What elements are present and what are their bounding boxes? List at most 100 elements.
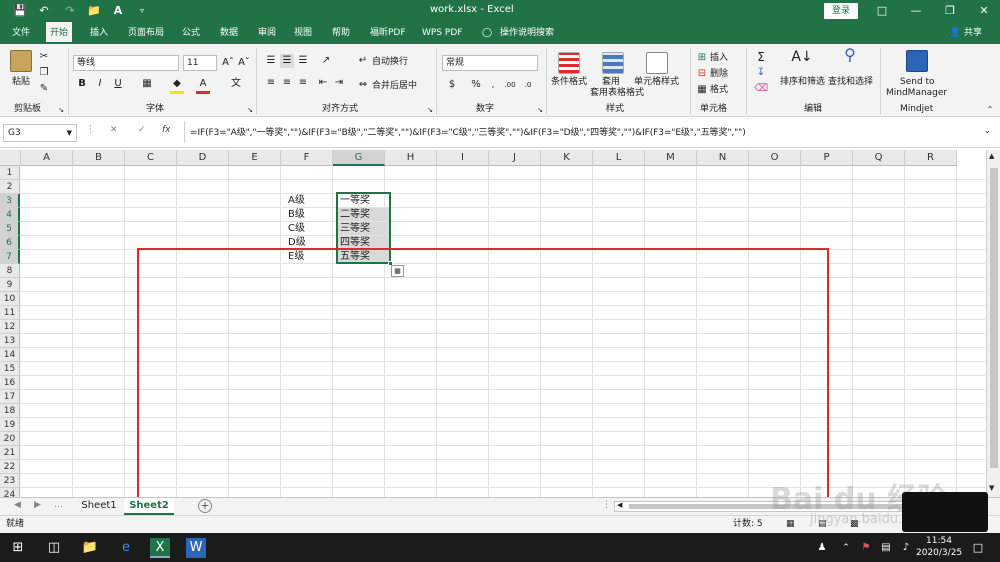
delete-button[interactable]: 删除	[710, 68, 728, 80]
copy-icon[interactable]: ❐	[38, 66, 50, 80]
row-header-5[interactable]: 5	[0, 222, 20, 236]
prev-sheet-icon[interactable]: ◀	[14, 500, 21, 510]
font-size-select[interactable]: 11	[183, 55, 217, 71]
column-header-N[interactable]: N	[697, 150, 749, 166]
merge-center-button[interactable]: 合并后居中	[372, 80, 417, 92]
windows-start-icon[interactable]: ⊞	[8, 538, 28, 558]
worksheet-grid[interactable]: ABCDEFGHIJKLMNOPQR 1 2 3 4 5 6 7 8 9 10 11 12 13 14 15…	[0, 150, 1000, 502]
tab-data[interactable]: 数据	[216, 22, 242, 44]
conditional-format-button[interactable]: 条件格式	[551, 76, 587, 88]
orientation-icon[interactable]: ↗	[318, 54, 334, 68]
paste-icon[interactable]	[10, 50, 32, 72]
column-header-M[interactable]: M	[645, 150, 697, 166]
network-icon[interactable]: ▤	[876, 538, 896, 558]
find-select-icon[interactable]: ⚲	[838, 47, 862, 63]
bold-button[interactable]: B	[76, 77, 88, 91]
column-header-O[interactable]: O	[749, 150, 801, 166]
format-cells-icon[interactable]: ▦	[696, 83, 708, 97]
ribbon-display-icon[interactable]: □	[870, 2, 894, 20]
column-header-Q[interactable]: Q	[853, 150, 905, 166]
sheet-tab-sheet1[interactable]: Sheet1	[74, 498, 124, 515]
tab-formulas[interactable]: 公式	[178, 22, 204, 44]
tab-help[interactable]: 帮助	[328, 22, 354, 44]
name-box[interactable]: G3 ▼	[3, 124, 77, 142]
file-explorer-icon[interactable]: 📁	[80, 538, 100, 558]
show-hidden-icon[interactable]: ⌃	[836, 538, 856, 558]
column-header-J[interactable]: J	[489, 150, 541, 166]
add-sheet-icon[interactable]: +	[198, 499, 212, 513]
wrap-text-icon[interactable]: ↵	[356, 54, 370, 68]
dialog-launcher-icon[interactable]: ↘	[536, 103, 544, 117]
maximize-icon[interactable]: ❐	[938, 2, 962, 20]
decrease-font-icon[interactable]: Aˇ	[237, 56, 251, 70]
align-center-icon[interactable]: ≡	[280, 76, 294, 90]
font-color-button-icon[interactable]: A	[196, 77, 210, 94]
normal-view-icon[interactable]: ▦	[786, 516, 795, 533]
save-icon[interactable]: 💾	[12, 3, 28, 19]
sort-filter-button[interactable]: 排序和筛选	[780, 76, 825, 88]
row-header-4[interactable]: 4	[0, 208, 20, 222]
redo-icon[interactable]: ↷	[62, 3, 78, 19]
align-middle-icon[interactable]: ☰	[280, 54, 294, 68]
row-header-16[interactable]: 16	[0, 376, 20, 390]
font-name-select[interactable]: 等线	[73, 55, 179, 71]
enter-icon[interactable]: ✓	[138, 125, 146, 135]
taskbar-clock[interactable]: 11:54 2020/3/25	[916, 535, 962, 559]
next-sheet-icon[interactable]: ▶	[34, 500, 41, 510]
dialog-launcher-icon[interactable]: ↘	[246, 103, 254, 117]
column-header-D[interactable]: D	[177, 150, 229, 166]
row-header-13[interactable]: 13	[0, 334, 20, 348]
minimize-icon[interactable]: —	[904, 2, 928, 20]
increase-font-icon[interactable]: Aˆ	[221, 56, 235, 70]
merge-center-icon[interactable]: ⇔	[356, 78, 370, 92]
border-icon[interactable]: ▦	[140, 77, 154, 91]
column-header-I[interactable]: I	[437, 150, 489, 166]
scroll-up-icon[interactable]: ▲	[989, 152, 994, 160]
insert-function-icon[interactable]: fx	[162, 125, 171, 135]
notification-icon[interactable]: □	[968, 538, 988, 558]
comma-style-icon[interactable]: ,	[486, 78, 500, 92]
people-icon[interactable]: ♟	[812, 538, 832, 558]
wps-taskbar-icon[interactable]: W	[186, 538, 206, 558]
row-header-9[interactable]: 9	[0, 278, 20, 292]
align-top-icon[interactable]: ☰	[264, 54, 278, 68]
align-bottom-icon[interactable]: ☰	[296, 54, 310, 68]
conditional-format-icon[interactable]	[558, 52, 580, 74]
tab-view[interactable]: 视图	[290, 22, 316, 44]
column-header-R[interactable]: R	[905, 150, 957, 166]
scroll-thumb[interactable]	[629, 504, 909, 509]
increase-indent-icon[interactable]: ⇥	[332, 76, 346, 90]
row-header-12[interactable]: 12	[0, 320, 20, 334]
row-header-15[interactable]: 15	[0, 362, 20, 376]
lightbulb-icon[interactable]: ◯	[478, 22, 496, 44]
paste-label[interactable]: 粘贴	[12, 76, 30, 88]
tab-file[interactable]: 文件	[8, 22, 34, 44]
row-header-7[interactable]: 7	[0, 250, 20, 264]
column-header-B[interactable]: B	[73, 150, 125, 166]
delete-cells-icon[interactable]: ⊟	[696, 67, 708, 81]
wrap-text-button[interactable]: 自动换行	[372, 56, 408, 68]
row-header-3[interactable]: 3	[0, 194, 20, 208]
share-button[interactable]: 👤 共享	[950, 22, 982, 44]
tell-me-search[interactable]: 操作说明搜索	[496, 22, 558, 44]
tray-app-icon[interactable]: ⚑	[856, 538, 876, 558]
insert-button[interactable]: 插入	[710, 52, 728, 64]
row-header-21[interactable]: 21	[0, 446, 20, 460]
cell-F4[interactable]: B级	[286, 208, 305, 221]
cut-icon[interactable]: ✂	[38, 50, 50, 64]
undo-icon[interactable]: ↶	[36, 3, 52, 19]
column-header-H[interactable]: H	[385, 150, 437, 166]
column-header-F[interactable]: F	[281, 150, 333, 166]
tab-review[interactable]: 审阅	[254, 22, 280, 44]
collapse-ribbon-icon[interactable]: ⌃	[984, 103, 996, 117]
scroll-thumb[interactable]	[990, 168, 998, 468]
align-left-icon[interactable]: ≡	[264, 76, 278, 90]
excel-taskbar-icon[interactable]: X	[150, 538, 170, 558]
insert-cells-icon[interactable]: ⊞	[696, 51, 708, 65]
login-button[interactable]: 登录	[824, 3, 858, 19]
row-header-6[interactable]: 6	[0, 236, 20, 250]
cancel-icon[interactable]: ✕	[110, 125, 118, 135]
cell-F5[interactable]: C级	[286, 222, 305, 235]
percent-icon[interactable]: %	[470, 78, 482, 92]
decrease-decimal-icon[interactable]: .0	[520, 78, 536, 92]
